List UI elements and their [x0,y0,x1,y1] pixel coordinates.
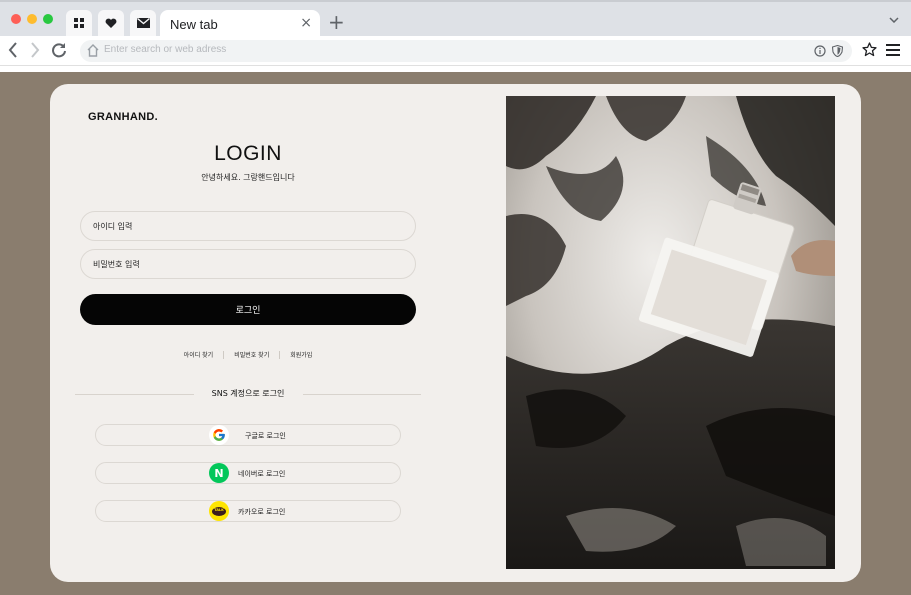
google-login-button[interactable]: 구글로 로그인 [95,424,401,446]
link-divider [279,350,281,359]
bookmark-star-icon[interactable] [862,42,877,57]
home-icon[interactable] [87,44,99,57]
active-tab[interactable]: New tab × [160,10,320,38]
find-password-link[interactable]: 비밀번호 찾기 [234,350,269,359]
find-id-link[interactable]: 아이디 찾기 [184,350,214,359]
password-input[interactable] [80,249,416,279]
mail-icon [136,18,150,28]
new-tab-button[interactable]: + [328,12,345,32]
back-icon[interactable] [8,42,18,58]
shield-icon[interactable] [832,45,843,57]
naver-icon: N [209,463,229,483]
login-button[interactable]: 로그인 [80,294,416,325]
signup-link[interactable]: 회원가입 [290,350,312,359]
tab-title: New tab [170,17,218,32]
pinned-tab-apps[interactable] [66,10,92,36]
info-icon[interactable] [814,45,826,57]
page-title: LOGIN [214,142,282,165]
perfume-hero-image [506,96,835,569]
naver-login-label: 네이버로 로그인 [238,470,286,478]
kakao-icon: TALK [209,501,229,521]
grid-icon [73,17,84,28]
close-window-button[interactable] [11,14,21,24]
account-links: 아이디 찾기 비밀번호 찾기 회원가입 [80,350,416,359]
kakao-icon-text: TALK [214,508,224,513]
google-login-label: 구글로 로그인 [245,432,286,440]
tab-close-icon[interactable]: × [300,15,312,31]
heart-icon [105,18,117,28]
naver-login-button[interactable]: N 네이버로 로그인 [95,462,401,484]
browser-tab-bar: New tab × + [0,0,911,38]
naver-icon-letter: N [214,466,224,480]
kakao-login-button[interactable]: TALK 카카오로 로그인 [95,500,401,522]
page-subtitle: 안녕하세요. 그랑핸드입니다 [201,173,295,182]
forward-icon[interactable] [30,42,40,58]
brand-logo[interactable]: GRANHAND. [88,111,158,123]
kakao-login-label: 카카오로 로그인 [238,508,286,516]
address-bar[interactable]: Enter search or web adress [80,40,852,62]
pinned-tab-mail[interactable] [130,10,156,36]
divider-line-right [303,394,421,395]
pinned-tab-favorites[interactable] [98,10,124,36]
address-placeholder: Enter search or web adress [104,44,227,55]
reload-icon[interactable] [51,42,67,58]
minimize-window-button[interactable] [27,14,37,24]
sns-divider: SNS 계정으로 로그인 [75,388,421,400]
maximize-window-button[interactable] [43,14,53,24]
id-input[interactable] [80,211,416,241]
browser-toolbar: Enter search or web adress [0,36,911,66]
google-icon [209,425,229,445]
tab-list-chevron-icon[interactable] [889,12,899,26]
menu-icon[interactable] [886,44,900,56]
link-divider [223,350,225,359]
login-card: GRANHAND. LOGIN 안녕하세요. 그랑핸드입니다 로그인 아이디 찾… [50,84,861,582]
page-top-strip [0,66,911,72]
